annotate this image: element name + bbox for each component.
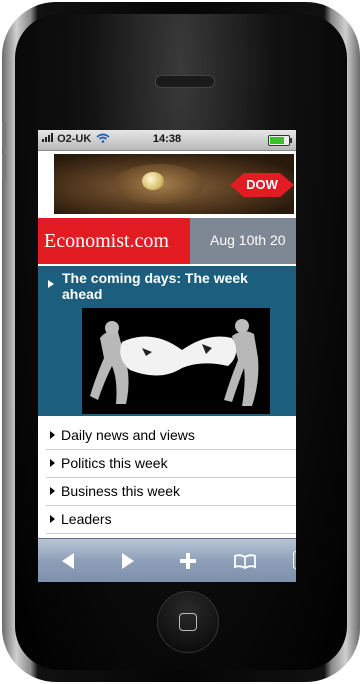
list-item-label: Leaders	[61, 511, 112, 527]
tabs-icon: 6	[293, 551, 296, 569]
feature-title[interactable]: The coming days: The week ahead	[62, 270, 292, 302]
section-menu: Daily news and views Politics this week …	[46, 422, 296, 534]
triangle-right-icon	[50, 515, 55, 523]
list-item[interactable]: Business this week	[46, 478, 296, 506]
iphone-device: O2-UK 14:38 DOW Economist.com Aug 10th 2…	[2, 2, 360, 682]
screen: O2-UK 14:38 DOW Economist.com Aug 10th 2…	[38, 130, 296, 582]
earpiece-speaker	[155, 75, 215, 88]
triangle-right-icon	[48, 280, 54, 288]
volume-down-button	[2, 154, 6, 180]
list-item-label: Daily news and views	[61, 427, 195, 443]
clock: 14:38	[152, 133, 182, 145]
home-button[interactable]	[157, 591, 219, 653]
tabs-button[interactable]: 6	[293, 549, 296, 573]
forward-icon	[122, 553, 134, 569]
bookmarks-icon	[234, 554, 256, 570]
home-square-icon	[179, 613, 197, 631]
list-item-label: Politics this week	[61, 455, 168, 471]
economist-logo-text: Economist.com	[44, 230, 169, 252]
economist-logo[interactable]: Economist.com	[38, 218, 190, 264]
add-bookmark-button[interactable]	[175, 549, 201, 573]
battery-icon	[268, 135, 292, 146]
site-header: Economist.com Aug 10th 20	[38, 218, 296, 264]
ad-banner[interactable]: DOW	[54, 154, 294, 214]
feature-block[interactable]: The coming days: The week ahead	[38, 266, 296, 416]
battery-level	[270, 137, 284, 144]
dow-logo: DOW	[230, 171, 294, 199]
back-button[interactable]	[56, 549, 82, 573]
list-item[interactable]: Politics this week	[46, 450, 296, 478]
bookmarks-button[interactable]	[232, 549, 258, 573]
triangle-right-icon	[50, 459, 55, 467]
tab-count: 6	[294, 553, 296, 564]
browser-toolbar: 6	[38, 538, 296, 582]
list-item-label: Business this week	[61, 483, 181, 499]
triangle-right-icon	[50, 487, 55, 495]
add-icon	[180, 553, 196, 569]
list-item[interactable]: Daily news and views	[46, 422, 296, 450]
triangle-right-icon	[50, 431, 55, 439]
forward-button[interactable]	[114, 549, 140, 573]
status-bar: O2-UK 14:38	[38, 130, 296, 151]
feature-illustration[interactable]	[82, 308, 270, 414]
list-item[interactable]: Leaders	[46, 506, 296, 534]
volume-up-button	[2, 122, 6, 148]
ad-bean-image	[142, 172, 164, 190]
back-icon	[62, 553, 74, 569]
dow-logo-text: DOW	[246, 177, 278, 192]
header-date: Aug 10th 20	[210, 232, 286, 248]
